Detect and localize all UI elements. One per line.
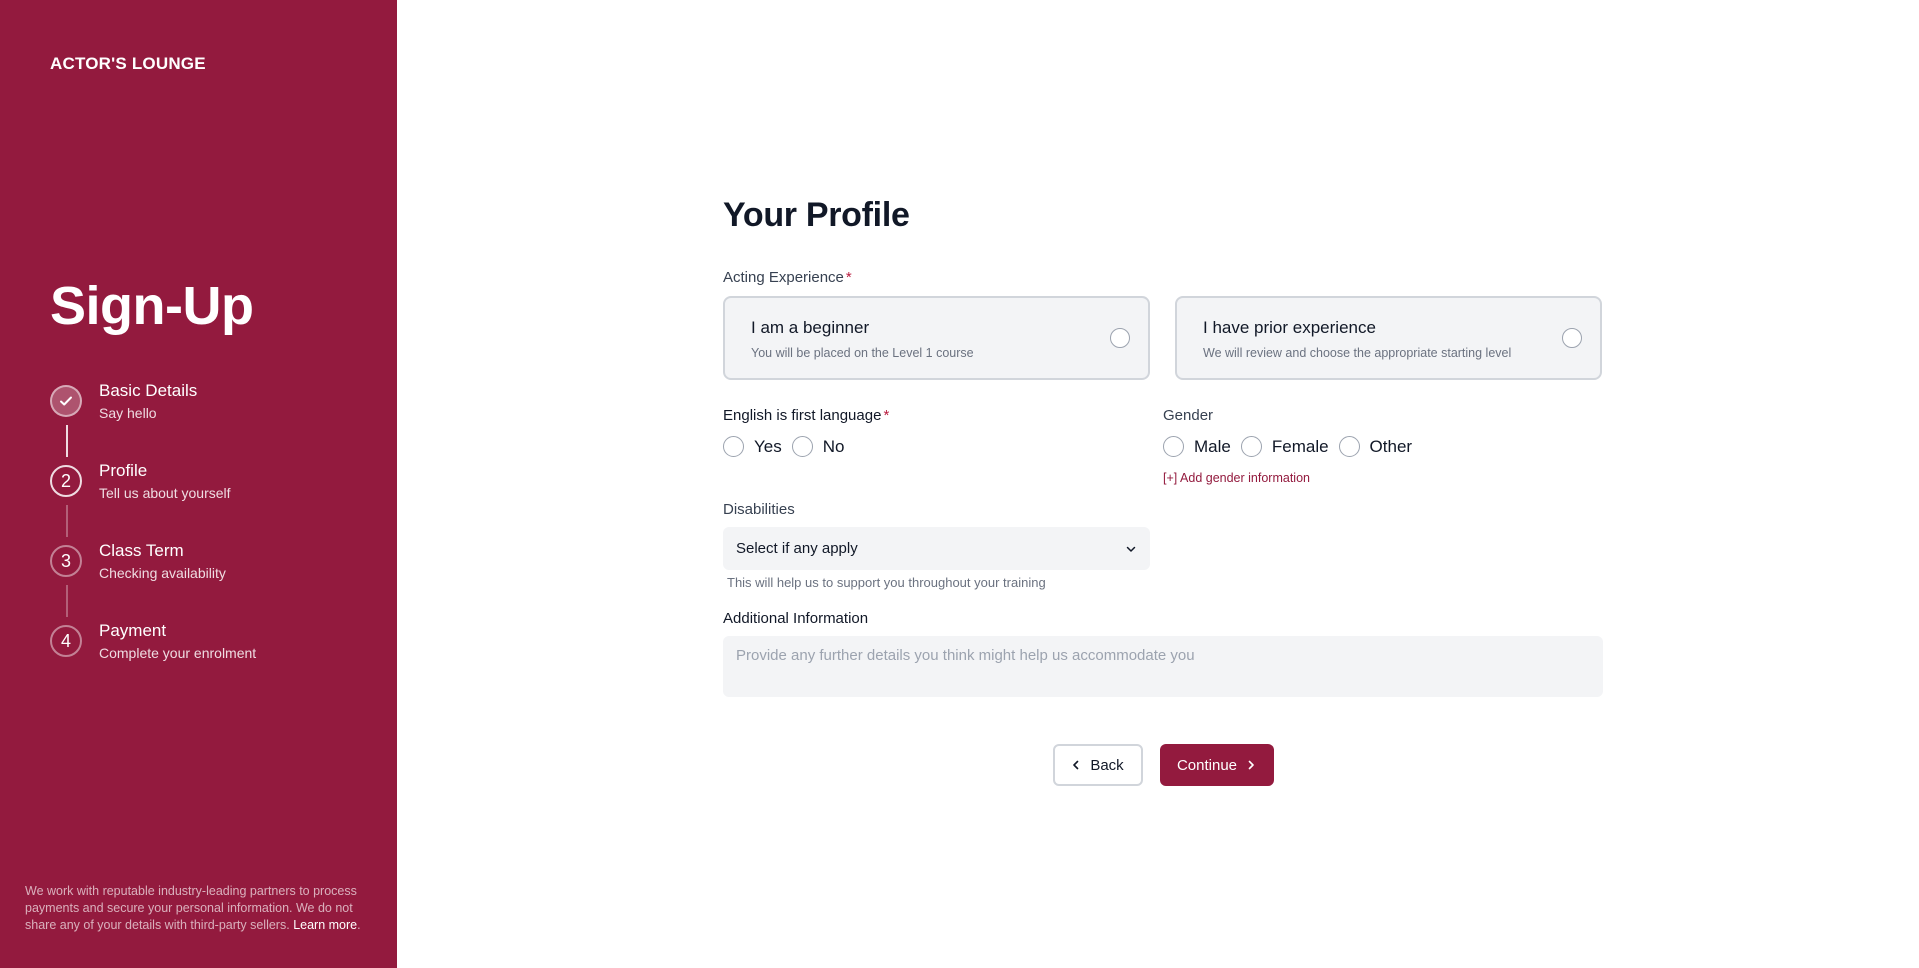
gender-male-option[interactable]: Male (1163, 436, 1231, 457)
disabilities-select[interactable]: Select if any apply (723, 527, 1150, 570)
english-yes-option[interactable]: Yes (723, 436, 782, 457)
page-title: Your Profile (723, 196, 910, 234)
gender-group: Gender Male Female Other [+] Add gender … (1163, 407, 1603, 487)
add-gender-info-link[interactable]: [+] Add gender information (1163, 471, 1310, 485)
form-actions: Back Continue (723, 744, 1603, 786)
experience-options: I am a beginner You will be placed on th… (723, 296, 1603, 380)
step-subtitle: Complete your enrolment (99, 645, 257, 661)
back-button[interactable]: Back (1052, 744, 1143, 786)
step-connector (66, 585, 68, 617)
step-subtitle: Checking availability (99, 565, 226, 581)
continue-button-label: Continue (1176, 756, 1238, 774)
step-payment[interactable]: 4 Payment Complete your enrolment (50, 620, 256, 700)
continue-button[interactable]: Continue (1159, 744, 1274, 786)
experience-option-beginner[interactable]: I am a beginner You will be placed on th… (723, 296, 1150, 380)
step-list: Basic Details Say hello 2 Profile Tell u… (50, 380, 256, 700)
chevron-down-icon (1126, 546, 1136, 552)
radio-button[interactable] (1240, 436, 1262, 457)
radio-label: Yes (754, 436, 782, 456)
step-subtitle: Say hello (99, 405, 157, 421)
profile-form: Your Profile Acting Experience * I am a b… (723, 196, 1603, 786)
gender-female-option[interactable]: Female (1240, 436, 1329, 457)
chevron-left-icon (1073, 760, 1079, 770)
step-title: Payment (99, 621, 167, 640)
required-marker: * (845, 269, 852, 286)
radio-label: No (822, 436, 845, 456)
radio-button[interactable] (723, 436, 744, 457)
gender-radio-group: Male Female Other (1163, 436, 1603, 457)
step-subtitle: Tell us about yourself (99, 485, 231, 501)
sidebar: ACTOR'S LOUNGE Sign-Up Basic Details Say… (0, 0, 397, 968)
radio-button[interactable] (1163, 436, 1184, 457)
privacy-notice: We work with reputable industry-leading … (25, 883, 365, 934)
step-basic-details[interactable]: Basic Details Say hello (50, 380, 256, 460)
acting-experience-label-text: Acting Experience (723, 269, 844, 286)
chevron-right-icon (1248, 760, 1254, 770)
step-profile[interactable]: 2 Profile Tell us about yourself (50, 460, 256, 540)
step-connector (66, 505, 68, 537)
learn-more-link[interactable]: Learn more (293, 918, 357, 932)
step-title: Basic Details (99, 381, 198, 400)
step-title: Class Term (99, 541, 184, 560)
gender-label: Gender (1163, 407, 1214, 424)
brand-logo[interactable]: ACTOR'S LOUNGE (50, 54, 206, 74)
language-gender-row: English is first language * Yes No Gender (723, 407, 1603, 487)
step-number: 4 (50, 625, 82, 657)
english-no-option[interactable]: No (791, 436, 845, 457)
disabilities-label: Disabilities (723, 501, 795, 518)
option-subtitle: We will review and choose the appropriat… (1203, 346, 1512, 360)
english-radio-group: Yes No (723, 436, 1163, 457)
disabilities-help-text: This will help us to support you through… (727, 575, 1046, 590)
experience-option-prior[interactable]: I have prior experience We will review a… (1175, 296, 1602, 380)
radio-button[interactable] (1562, 328, 1582, 348)
english-label: English is first language * (723, 407, 1163, 424)
step-class-term[interactable]: 3 Class Term Checking availability (50, 540, 256, 620)
radio-label: Other (1369, 436, 1413, 456)
additional-info-textarea[interactable]: Provide any further details you think mi… (723, 636, 1603, 697)
main-content: Your Profile Acting Experience * I am a b… (397, 0, 1919, 968)
additional-info-label: Additional Information (723, 610, 869, 627)
step-complete-check-icon (50, 385, 82, 417)
option-title: I am a beginner (751, 318, 870, 337)
radio-button[interactable] (1110, 328, 1130, 348)
radio-label: Female (1271, 436, 1329, 456)
step-number: 3 (50, 545, 82, 577)
select-value: Select if any apply (736, 540, 858, 557)
signup-title: Sign-Up (50, 276, 254, 336)
radio-label: Male (1194, 436, 1231, 456)
required-marker: * (883, 407, 890, 424)
english-group: English is first language * Yes No (723, 407, 1163, 487)
option-subtitle: You will be placed on the Level 1 course (751, 346, 974, 360)
privacy-notice-period: . (357, 918, 361, 932)
radio-button[interactable] (791, 436, 813, 457)
radio-button[interactable] (1338, 436, 1360, 457)
app: ACTOR'S LOUNGE Sign-Up Basic Details Say… (0, 0, 1919, 968)
step-number: 2 (50, 465, 82, 497)
acting-experience-label: Acting Experience * (723, 269, 1603, 286)
gender-other-option[interactable]: Other (1338, 436, 1413, 457)
step-title: Profile (99, 461, 148, 480)
step-connector (66, 425, 68, 457)
option-title: I have prior experience (1203, 318, 1376, 337)
back-button-label: Back (1090, 756, 1124, 774)
english-label-text: English is first language (723, 407, 882, 424)
